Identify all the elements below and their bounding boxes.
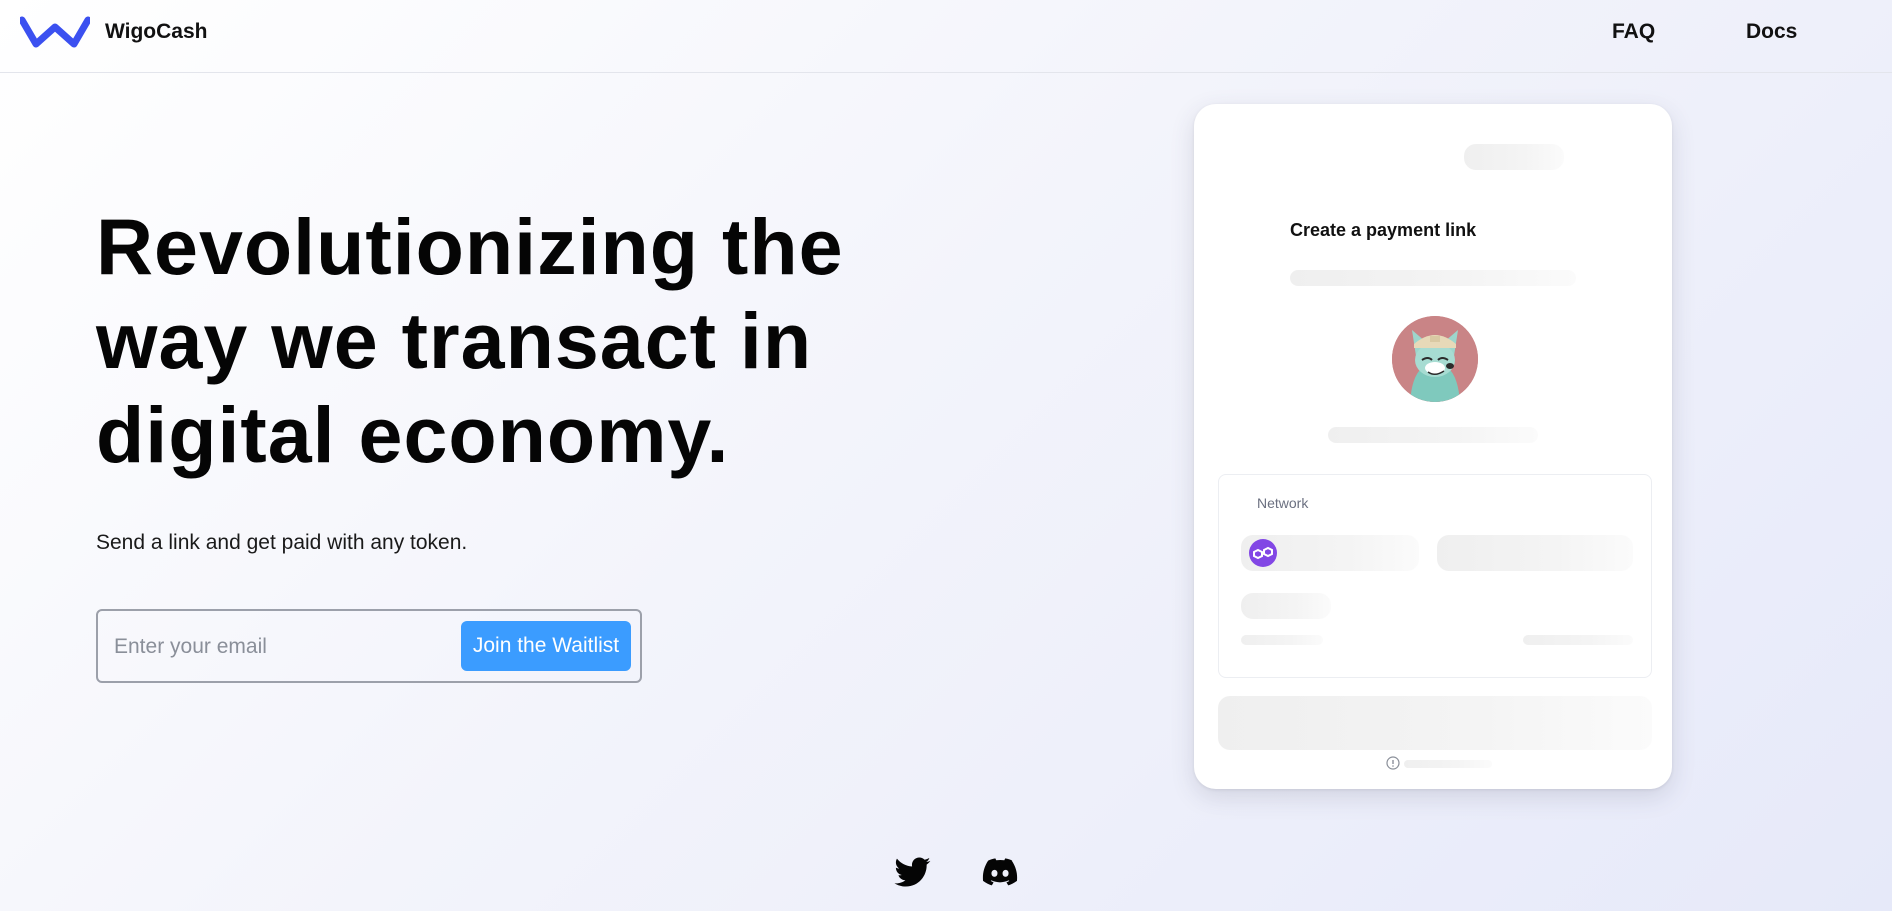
skeleton-amount bbox=[1241, 593, 1331, 619]
join-waitlist-button[interactable]: Join the Waitlist bbox=[461, 621, 631, 671]
payment-link-preview-card: Create a payment link Network bbox=[1194, 104, 1672, 789]
hero-subtitle: Send a link and get paid with any token. bbox=[96, 531, 468, 554]
skeleton-info-text bbox=[1404, 760, 1492, 768]
network-label: Network bbox=[1257, 495, 1309, 511]
waitlist-form: Join the Waitlist bbox=[96, 609, 642, 683]
skeleton-footer-right bbox=[1523, 635, 1633, 645]
polygon-icon bbox=[1249, 539, 1277, 567]
network-panel: Network bbox=[1218, 474, 1652, 678]
hero-title-line-2: way we transact in bbox=[96, 296, 813, 385]
create-link-button-skeleton[interactable] bbox=[1218, 696, 1652, 750]
wolf-avatar-icon bbox=[1392, 316, 1478, 402]
wolf-avatar bbox=[1392, 316, 1478, 402]
hero-title-line-3: digital economy. bbox=[96, 390, 730, 479]
brand-name[interactable]: WigoCash bbox=[105, 20, 207, 44]
wigocash-logo-icon[interactable] bbox=[20, 16, 90, 48]
token-select-skeleton[interactable] bbox=[1437, 535, 1633, 571]
info-icon bbox=[1386, 756, 1400, 770]
hero-title-line-1: Revolutionizing the bbox=[96, 202, 844, 291]
email-input[interactable] bbox=[114, 625, 444, 669]
skeleton-pill-top bbox=[1464, 144, 1564, 170]
skeleton-line-description bbox=[1290, 270, 1576, 286]
nav-docs-link[interactable]: Docs bbox=[1746, 20, 1797, 44]
discord-icon[interactable] bbox=[980, 854, 1020, 890]
hero-title: Revolutionizing the way we transact in d… bbox=[96, 200, 856, 482]
skeleton-line-name bbox=[1328, 427, 1538, 443]
skeleton-footer-left bbox=[1241, 635, 1323, 645]
site-header: WigoCash FAQ Docs bbox=[0, 0, 1892, 73]
nav-faq-link[interactable]: FAQ bbox=[1612, 20, 1655, 44]
card-title: Create a payment link bbox=[1290, 220, 1477, 240]
twitter-icon[interactable] bbox=[893, 854, 933, 890]
